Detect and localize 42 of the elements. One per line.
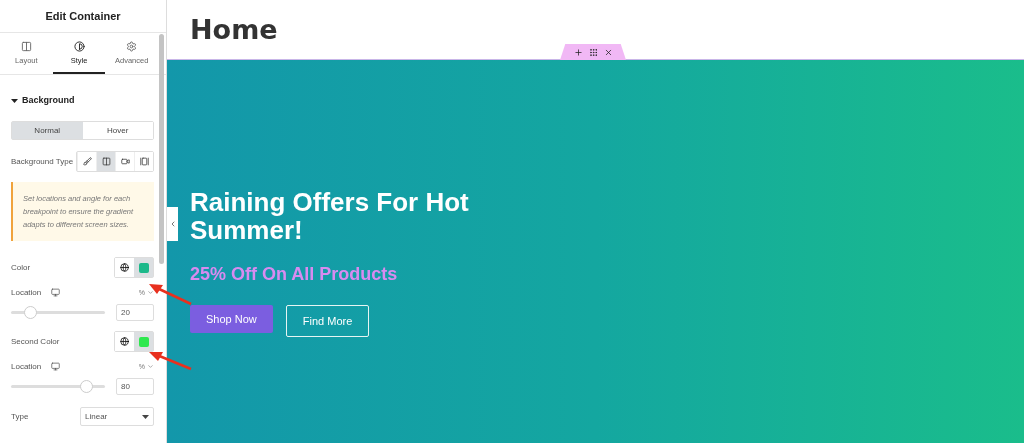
slider-thumb[interactable]	[80, 380, 94, 393]
globe-icon	[120, 263, 129, 272]
caret-icon	[11, 96, 18, 104]
section-header[interactable]: Background	[11, 95, 154, 105]
slider-thumb[interactable]	[23, 306, 37, 319]
video-icon	[120, 157, 130, 166]
field-label: Location	[11, 362, 42, 371]
arrow-annotation	[147, 350, 193, 372]
hero-subheading: 25% Off On All Products	[190, 264, 399, 285]
monitor-icon	[51, 288, 61, 297]
caret-icon	[142, 413, 149, 420]
number-field[interactable]: 80	[116, 378, 154, 395]
brush-icon	[82, 157, 92, 166]
color-picker[interactable]	[134, 258, 153, 277]
gradient-icon	[101, 157, 111, 166]
state-tab[interactable]: Normal	[12, 122, 83, 139]
color-picker[interactable]	[134, 332, 153, 351]
slider[interactable]	[11, 306, 105, 319]
contrast-icon	[73, 40, 85, 52]
close-icon[interactable]	[603, 47, 613, 57]
settings-icon	[126, 40, 138, 52]
field-label: Color	[11, 263, 31, 272]
add-icon[interactable]	[573, 47, 583, 57]
field-label: Second Color	[11, 337, 60, 346]
columns-icon	[20, 40, 32, 52]
type-select[interactable]: Linear	[80, 407, 154, 426]
slideshow-icon	[139, 157, 149, 166]
arrow-annotation	[147, 282, 193, 306]
drag-icon[interactable]	[588, 47, 598, 57]
field-label: Location	[11, 288, 42, 297]
container-handle[interactable]	[560, 44, 626, 60]
panel-title: Edit Container	[0, 0, 166, 33]
monitor-icon	[51, 362, 61, 371]
number-field[interactable]: 20	[116, 304, 154, 321]
primary-button[interactable]: Shop Now	[190, 305, 273, 333]
hero-heading: Raining Offers For Hot Summer!	[190, 188, 470, 244]
field-label: Type	[11, 412, 29, 421]
page-title: Home	[190, 14, 278, 45]
field-label: Background Type	[11, 157, 74, 166]
scrollbar[interactable]	[159, 34, 164, 264]
slider[interactable]	[11, 380, 105, 393]
globe-icon	[120, 337, 129, 346]
